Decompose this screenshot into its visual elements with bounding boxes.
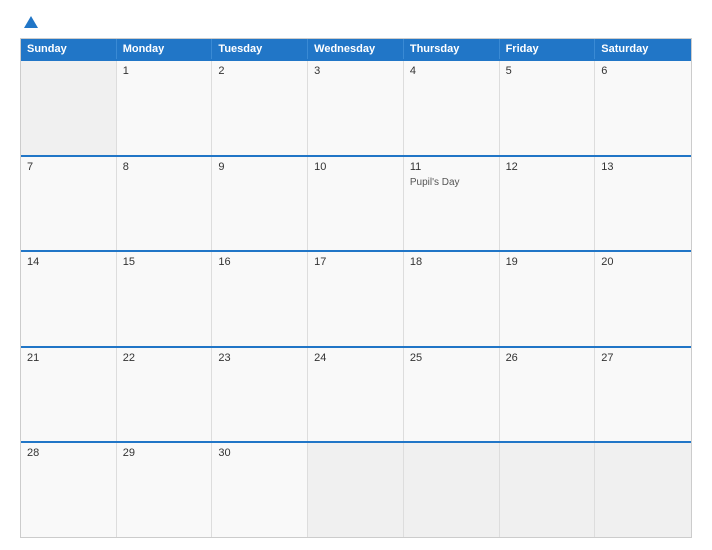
day-cell: 1 bbox=[117, 61, 213, 155]
day-number: 13 bbox=[601, 161, 685, 173]
day-header-thursday: Thursday bbox=[404, 39, 500, 59]
calendar-page: SundayMondayTuesdayWednesdayThursdayFrid… bbox=[0, 0, 712, 550]
day-cell: 20 bbox=[595, 252, 691, 346]
day-number: 26 bbox=[506, 352, 589, 364]
day-cell: 29 bbox=[117, 443, 213, 537]
logo-row1 bbox=[20, 18, 38, 28]
day-cell: 6 bbox=[595, 61, 691, 155]
day-cell bbox=[308, 443, 404, 537]
day-number: 6 bbox=[601, 65, 685, 77]
day-cell: 19 bbox=[500, 252, 596, 346]
week-row-5: 28 29 30 bbox=[21, 441, 691, 537]
day-cell bbox=[21, 61, 117, 155]
day-number: 23 bbox=[218, 352, 301, 364]
day-header-wednesday: Wednesday bbox=[308, 39, 404, 59]
day-headers-row: SundayMondayTuesdayWednesdayThursdayFrid… bbox=[21, 39, 691, 59]
day-cell bbox=[500, 443, 596, 537]
weeks-container: 1234567891011Pupil's Day1213141516171819… bbox=[21, 59, 691, 537]
week-row-2: 7 89 10 11 Pupil's Day 12 13 bbox=[21, 155, 691, 251]
day-cell: 27 bbox=[595, 348, 691, 442]
day-cell: 16 bbox=[212, 252, 308, 346]
day-number: 25 bbox=[410, 352, 493, 364]
day-number: 20 bbox=[601, 256, 685, 268]
day-number: 12 bbox=[506, 161, 589, 173]
logo bbox=[20, 18, 38, 28]
day-cell: 3 bbox=[308, 61, 404, 155]
day-cell: 8 bbox=[117, 157, 213, 251]
day-cell: 9 bbox=[212, 157, 308, 251]
day-number: 19 bbox=[506, 256, 589, 268]
logo-triangle-icon bbox=[24, 16, 38, 28]
day-cell: 7 bbox=[21, 157, 117, 251]
day-header-friday: Friday bbox=[500, 39, 596, 59]
day-number: 17 bbox=[314, 256, 397, 268]
day-header-monday: Monday bbox=[117, 39, 213, 59]
day-header-sunday: Sunday bbox=[21, 39, 117, 59]
day-cell: 15 bbox=[117, 252, 213, 346]
day-number: 28 bbox=[27, 447, 110, 459]
day-header-saturday: Saturday bbox=[595, 39, 691, 59]
day-number: 16 bbox=[218, 256, 301, 268]
day-cell: 4 bbox=[404, 61, 500, 155]
day-number: 1 bbox=[123, 65, 206, 77]
day-cell: 11 Pupil's Day bbox=[404, 157, 500, 251]
day-cell: 25 bbox=[404, 348, 500, 442]
event-label: Pupil's Day bbox=[410, 177, 493, 188]
day-cell: 13 bbox=[595, 157, 691, 251]
day-cell: 5 bbox=[500, 61, 596, 155]
day-number: 7 bbox=[27, 161, 110, 173]
day-cell: 17 bbox=[308, 252, 404, 346]
day-cell: 28 bbox=[21, 443, 117, 537]
day-number: 22 bbox=[123, 352, 206, 364]
day-number: 2 bbox=[218, 65, 301, 77]
week-row-4: 21 22 23 24 25 26 27 bbox=[21, 346, 691, 442]
day-number: 27 bbox=[601, 352, 685, 364]
day-cell bbox=[595, 443, 691, 537]
day-header-tuesday: Tuesday bbox=[212, 39, 308, 59]
day-number: 8 bbox=[123, 161, 206, 173]
day-cell bbox=[404, 443, 500, 537]
day-cell: 24 bbox=[308, 348, 404, 442]
day-cell: 22 bbox=[117, 348, 213, 442]
day-number: 29 bbox=[123, 447, 206, 459]
calendar-grid: SundayMondayTuesdayWednesdayThursdayFrid… bbox=[20, 38, 692, 538]
day-number: 11 bbox=[410, 161, 493, 173]
day-number: 18 bbox=[410, 256, 493, 268]
week-row-3: 14 15 16 17 18 19 20 bbox=[21, 250, 691, 346]
day-number: 5 bbox=[506, 65, 589, 77]
day-number: 4 bbox=[410, 65, 493, 77]
day-cell: 26 bbox=[500, 348, 596, 442]
day-number: 15 bbox=[123, 256, 206, 268]
day-cell: 2 bbox=[212, 61, 308, 155]
day-cell: 14 bbox=[21, 252, 117, 346]
day-cell: 30 bbox=[212, 443, 308, 537]
day-number: 21 bbox=[27, 352, 110, 364]
day-number: 24 bbox=[314, 352, 397, 364]
day-cell: 12 bbox=[500, 157, 596, 251]
day-number: 3 bbox=[314, 65, 397, 77]
header bbox=[20, 18, 692, 28]
day-cell: 21 bbox=[21, 348, 117, 442]
day-cell: 23 bbox=[212, 348, 308, 442]
day-number: 10 bbox=[314, 161, 397, 173]
day-number: 30 bbox=[218, 447, 301, 459]
day-number: 14 bbox=[27, 256, 110, 268]
day-cell: 10 bbox=[308, 157, 404, 251]
day-cell: 18 bbox=[404, 252, 500, 346]
day-number: 9 bbox=[218, 161, 301, 173]
week-row-1: 123456 bbox=[21, 59, 691, 155]
